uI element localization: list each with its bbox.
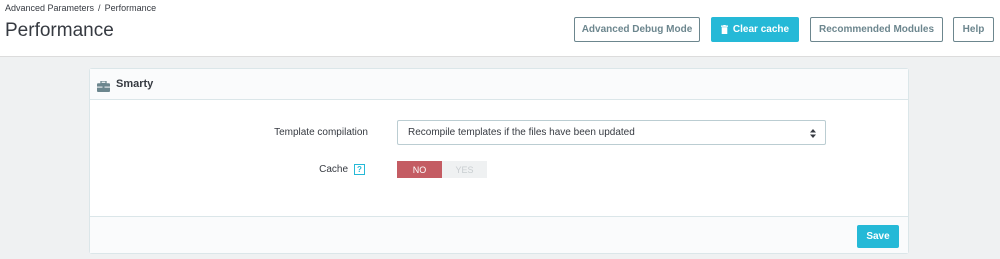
help-icon[interactable]: ?	[354, 164, 365, 175]
help-label: Help	[962, 24, 985, 35]
breadcrumb-current: Performance	[104, 3, 157, 13]
panel-heading: Smarty	[90, 69, 908, 100]
clear-cache-label: Clear cache	[732, 24, 790, 35]
recommended-modules-button[interactable]: Recommended Modules	[810, 17, 943, 42]
help-button[interactable]: Help	[953, 17, 994, 42]
breadcrumb: Advanced Parameters / Performance	[5, 3, 156, 13]
recommended-modules-label: Recommended Modules	[818, 24, 935, 35]
template-compilation-value: Recompile templates if the files have be…	[408, 127, 635, 138]
cache-no-option[interactable]: NO	[397, 161, 442, 178]
save-button[interactable]: Save	[857, 225, 899, 248]
cache-switch[interactable]: NO YES	[397, 161, 487, 178]
advanced-debug-mode-button[interactable]: Advanced Debug Mode	[574, 17, 700, 42]
clear-cache-button[interactable]: Clear cache	[711, 17, 799, 42]
template-compilation-select[interactable]: Recompile templates if the files have be…	[397, 120, 826, 145]
select-arrows-icon	[810, 128, 816, 139]
briefcase-icon	[97, 79, 110, 92]
breadcrumb-separator: /	[98, 3, 101, 13]
panel-footer: Save	[90, 216, 908, 253]
smarty-panel: Smarty Template compilation Recompile te…	[89, 68, 909, 254]
page-header: Advanced Parameters / Performance Performa…	[0, 0, 1000, 57]
breadcrumb-parent[interactable]: Advanced Parameters	[5, 3, 94, 13]
template-compilation-label: Template compilation	[274, 127, 368, 138]
cache-yes-option[interactable]: YES	[442, 161, 487, 178]
panel-title: Smarty	[116, 78, 154, 90]
advanced-debug-mode-label: Advanced Debug Mode	[581, 24, 693, 35]
trash-icon	[720, 25, 728, 34]
cache-label: Cache	[319, 164, 348, 175]
page-title: Performance	[5, 20, 114, 41]
